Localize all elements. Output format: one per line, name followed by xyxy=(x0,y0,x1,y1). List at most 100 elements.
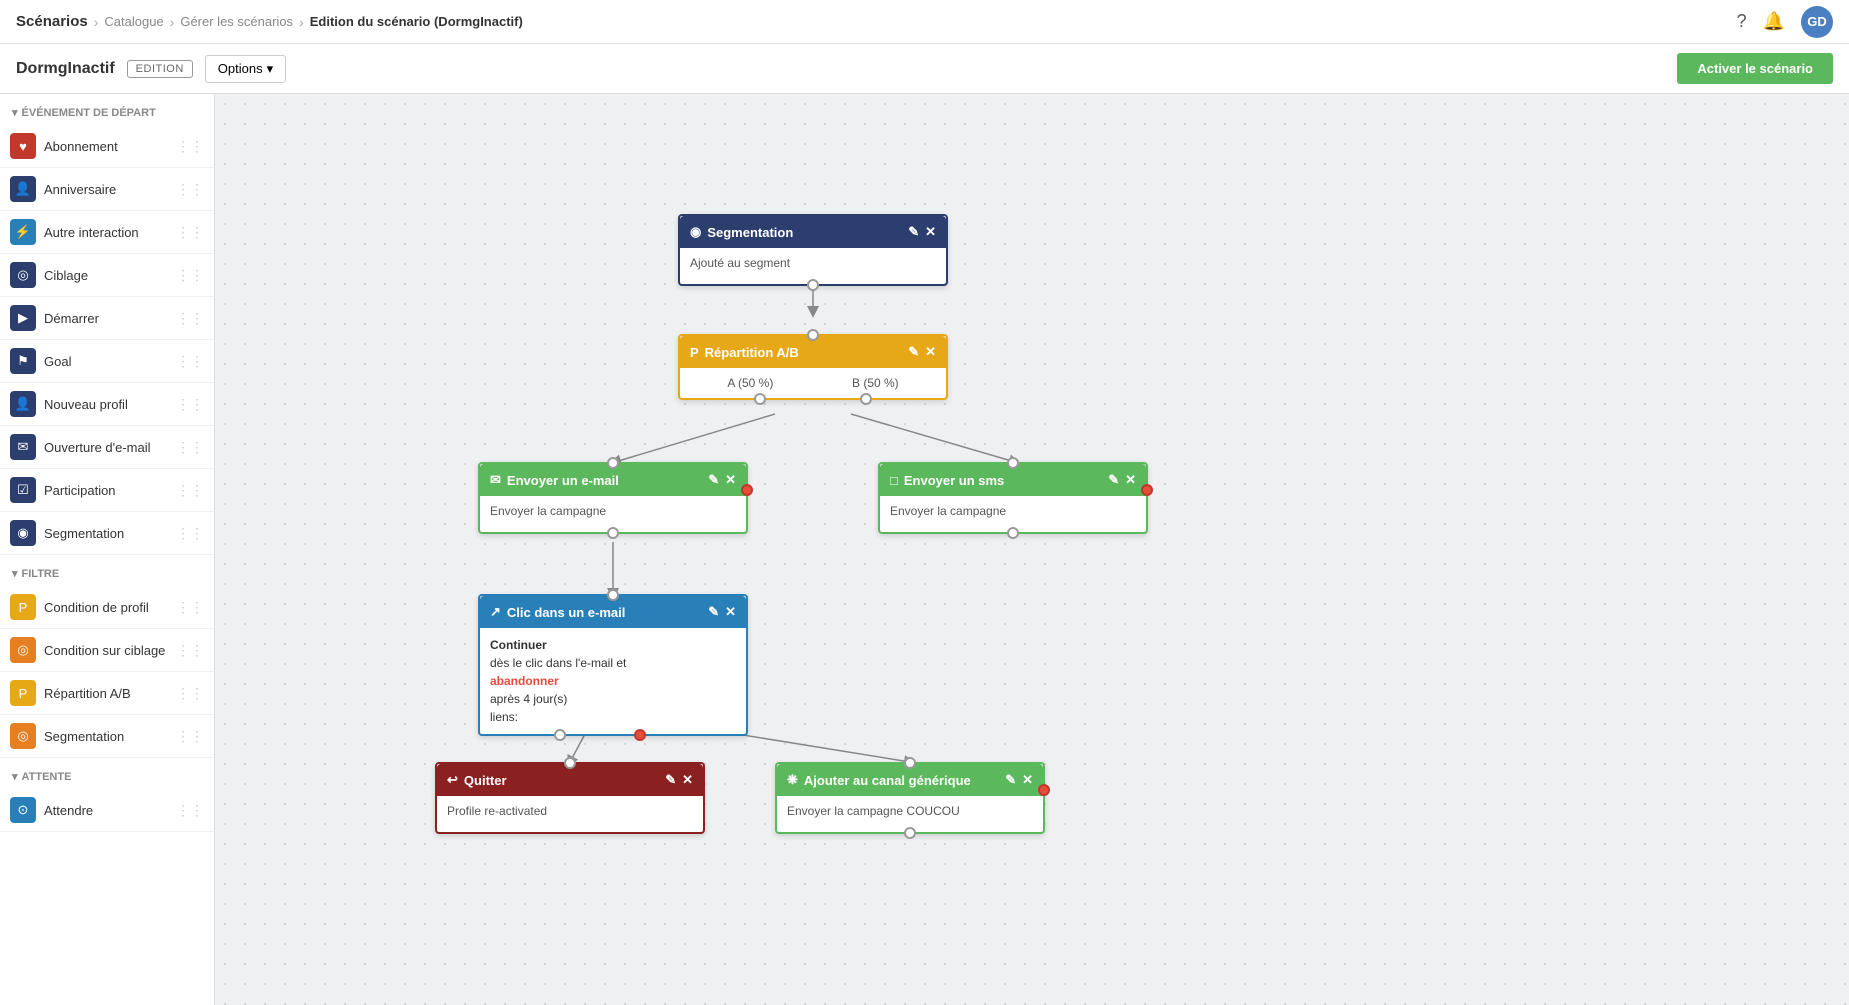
top-connector[interactable] xyxy=(607,589,619,601)
chevron-down-icon: ▾ xyxy=(267,61,274,77)
red-connector[interactable] xyxy=(634,729,646,741)
sep1: › xyxy=(94,14,99,30)
node-ajouter[interactable]: ❋ Ajouter au canal générique ✎ ✕ Envoyer… xyxy=(775,762,1045,834)
main-layout: ▾ ÉVÉNEMENT DE DÉPART ♥ Abonnement ⋮⋮ 👤 … xyxy=(0,94,1849,1005)
red-connector[interactable] xyxy=(1038,784,1050,796)
notification-icon[interactable]: 🔔 xyxy=(1763,11,1785,32)
node-segmentation[interactable]: ◉ Segmentation ✎ ✕ Ajouté au segment xyxy=(678,214,948,286)
sidebar-item-participation[interactable]: ☑ Participation ⋮⋮ xyxy=(0,469,214,512)
sms-node-title: Envoyer un sms xyxy=(904,473,1004,488)
sidebar-item-autre-interaction[interactable]: ⚡ Autre interaction ⋮⋮ xyxy=(0,211,214,254)
ouverture-email-icon: ✉ xyxy=(10,434,36,460)
close-icon[interactable]: ✕ xyxy=(1125,472,1136,488)
close-icon[interactable]: ✕ xyxy=(725,604,736,620)
close-icon[interactable]: ✕ xyxy=(925,224,936,240)
sms-node-icon: □ xyxy=(890,473,898,488)
repartition-icon: P xyxy=(10,680,36,706)
connections-svg xyxy=(215,94,1849,1005)
drag-handle: ⋮⋮ xyxy=(176,685,204,702)
sidebar-item-segmentation[interactable]: ◉ Segmentation ⋮⋮ xyxy=(0,512,214,555)
breadcrumb: Scénarios › Catalogue › Gérer les scénar… xyxy=(16,13,523,30)
drag-handle: ⋮⋮ xyxy=(176,439,204,456)
edit-icon[interactable]: ✎ xyxy=(665,772,676,788)
segmentation-node-title: Segmentation xyxy=(707,225,793,240)
bottom-connector[interactable] xyxy=(807,279,819,291)
repartition-a-label: A (50 %) xyxy=(727,376,773,390)
sidebar-item-label: Anniversaire xyxy=(44,182,168,197)
help-icon[interactable]: ? xyxy=(1737,11,1747,32)
sidebar-item-condition-ciblage[interactable]: ◎ Condition sur ciblage ⋮⋮ xyxy=(0,629,214,672)
edit-icon[interactable]: ✎ xyxy=(708,472,719,488)
sidebar-item-label: Nouveau profil xyxy=(44,397,168,412)
clic-continuer: Continuer xyxy=(490,638,547,652)
node-quitter[interactable]: ↩ Quitter ✎ ✕ Profile re-activated xyxy=(435,762,705,834)
sidebar-item-condition-profil[interactable]: P Condition de profil ⋮⋮ xyxy=(0,586,214,629)
sidebar-item-abonnement[interactable]: ♥ Abonnement ⋮⋮ xyxy=(0,125,214,168)
breadcrumb-catalogue[interactable]: Catalogue xyxy=(104,14,163,29)
options-button[interactable]: Options ▾ xyxy=(205,55,286,83)
top-connector[interactable] xyxy=(904,757,916,769)
sidebar-item-repartition[interactable]: P Répartition A/B ⋮⋮ xyxy=(0,672,214,715)
bottom-connector[interactable] xyxy=(1007,527,1019,539)
sidebar-item-anniversaire[interactable]: 👤 Anniversaire ⋮⋮ xyxy=(0,168,214,211)
sidebar-item-demarrer[interactable]: ▶ Démarrer ⋮⋮ xyxy=(0,297,214,340)
sidebar-item-ouverture-email[interactable]: ✉ Ouverture d'e-mail ⋮⋮ xyxy=(0,426,214,469)
drag-handle: ⋮⋮ xyxy=(176,224,204,241)
sidebar-item-nouveau-profil[interactable]: 👤 Nouveau profil ⋮⋮ xyxy=(0,383,214,426)
node-email[interactable]: ✉ Envoyer un e-mail ✎ ✕ Envoyer la campa… xyxy=(478,462,748,534)
right-bottom-connector[interactable] xyxy=(860,393,872,405)
red-connector[interactable] xyxy=(741,484,753,496)
node-repartition[interactable]: P Répartition A/B ✎ ✕ A (50 %) B (50 %) xyxy=(678,334,948,400)
bottom-connector[interactable] xyxy=(607,527,619,539)
repartition-node-icon: P xyxy=(690,345,699,360)
avatar[interactable]: GD xyxy=(1801,6,1833,38)
top-connector[interactable] xyxy=(807,329,819,341)
drag-handle: ⋮⋮ xyxy=(176,267,204,284)
goal-icon: ⚑ xyxy=(10,348,36,374)
bottom-left-connector[interactable] xyxy=(554,729,566,741)
left-bottom-connector[interactable] xyxy=(754,393,766,405)
drag-handle: ⋮⋮ xyxy=(176,310,204,327)
clic-abandonner: abandonner xyxy=(490,674,559,688)
edition-badge: EDITION xyxy=(127,60,193,78)
bottom-connector[interactable] xyxy=(904,827,916,839)
clic-jours: après 4 jour(s) xyxy=(490,692,567,706)
node-sms[interactable]: □ Envoyer un sms ✎ ✕ Envoyer la campagne xyxy=(878,462,1148,534)
scenario-canvas[interactable]: ◉ Segmentation ✎ ✕ Ajouté au segment P R… xyxy=(215,94,1849,1005)
red-connector[interactable] xyxy=(1141,484,1153,496)
breadcrumb-gerer[interactable]: Gérer les scénarios xyxy=(180,14,293,29)
top-connector[interactable] xyxy=(1007,457,1019,469)
sidebar-item-attendre[interactable]: ⊙ Attendre ⋮⋮ xyxy=(0,789,214,832)
edit-icon[interactable]: ✎ xyxy=(1108,472,1119,488)
sidebar: ▾ ÉVÉNEMENT DE DÉPART ♥ Abonnement ⋮⋮ 👤 … xyxy=(0,94,215,1005)
drag-handle: ⋮⋮ xyxy=(176,642,204,659)
drag-handle: ⋮⋮ xyxy=(176,396,204,413)
sidebar-item-label: Ouverture d'e-mail xyxy=(44,440,168,455)
sidebar-item-label: Répartition A/B xyxy=(44,686,168,701)
edit-icon[interactable]: ✎ xyxy=(1005,772,1016,788)
sidebar-section-attente: ▾ ATTENTE xyxy=(0,758,214,789)
sidebar-item-ciblage[interactable]: ◎ Ciblage ⋮⋮ xyxy=(0,254,214,297)
clic-liens: liens: xyxy=(490,710,518,724)
close-icon[interactable]: ✕ xyxy=(725,472,736,488)
close-icon[interactable]: ✕ xyxy=(682,772,693,788)
edit-icon[interactable]: ✎ xyxy=(908,344,919,360)
sidebar-item-goal[interactable]: ⚑ Goal ⋮⋮ xyxy=(0,340,214,383)
sidebar-item-segmentation-filtre[interactable]: ◎ Segmentation ⋮⋮ xyxy=(0,715,214,758)
condition-ciblage-icon: ◎ xyxy=(10,637,36,663)
drag-handle: ⋮⋮ xyxy=(176,802,204,819)
top-connector[interactable] xyxy=(564,757,576,769)
repartition-b-label: B (50 %) xyxy=(852,376,899,390)
clic-desc1: dès le clic dans l'e-mail et xyxy=(490,656,626,670)
close-icon[interactable]: ✕ xyxy=(925,344,936,360)
close-icon[interactable]: ✕ xyxy=(1022,772,1033,788)
clic-node-title: Clic dans un e-mail xyxy=(507,605,625,620)
edit-icon[interactable]: ✎ xyxy=(908,224,919,240)
abonnement-icon: ♥ xyxy=(10,133,36,159)
edit-icon[interactable]: ✎ xyxy=(708,604,719,620)
node-clic[interactable]: ↗ Clic dans un e-mail ✎ ✕ Continuer dès … xyxy=(478,594,748,736)
activate-button[interactable]: Activer le scénario xyxy=(1677,53,1833,84)
sidebar-item-label: Attendre xyxy=(44,803,168,818)
top-connector[interactable] xyxy=(607,457,619,469)
drag-handle: ⋮⋮ xyxy=(176,138,204,155)
